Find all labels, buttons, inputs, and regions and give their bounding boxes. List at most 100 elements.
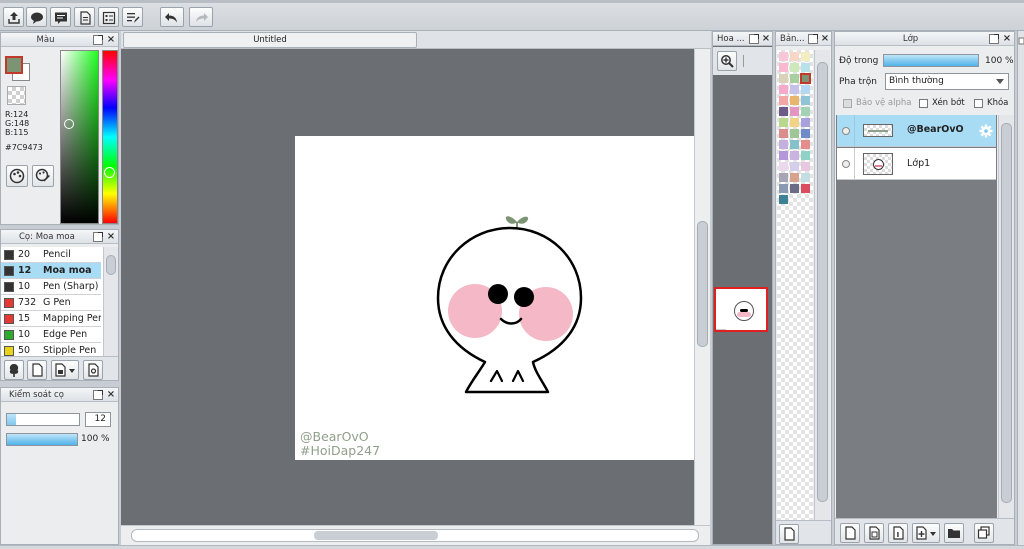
color-swatch[interactable]	[779, 96, 788, 105]
color-swatch[interactable]	[790, 162, 799, 171]
color-swatch[interactable]	[790, 129, 799, 138]
color-swatch[interactable]	[790, 52, 799, 61]
color-swatch[interactable]	[790, 107, 799, 116]
canvas-horizontal-scroll-thumb[interactable]	[314, 531, 438, 540]
canvas-horizontal-scrollbar[interactable]	[121, 525, 710, 545]
list-edit-button[interactable]	[122, 7, 143, 27]
canvas-vertical-scrollbar[interactable]	[694, 49, 710, 525]
color-swatch[interactable]	[801, 85, 810, 94]
swatch-scrollbar[interactable]	[814, 50, 830, 520]
export-button[interactable]	[3, 7, 24, 27]
protect-alpha-checkbox[interactable]	[843, 99, 852, 108]
color-swatch[interactable]	[801, 63, 810, 72]
color-wheel-button[interactable]	[6, 165, 28, 187]
layer-list-scrollbar[interactable]	[998, 115, 1014, 518]
layer-list-scroll-thumb[interactable]	[1001, 123, 1012, 503]
sv-picker-cursor[interactable]	[64, 119, 74, 129]
hue-slider-handle[interactable]	[104, 167, 115, 178]
brush-item[interactable]: 20 Pencil	[1, 247, 101, 263]
color-swatch[interactable]	[790, 85, 799, 94]
color-swatch[interactable]	[790, 173, 799, 182]
close-icon[interactable]: ×	[820, 34, 830, 44]
color-swatch[interactable]	[779, 151, 788, 160]
brush-list-scroll-thumb[interactable]	[106, 255, 116, 275]
saturation-value-picker[interactable]	[60, 50, 99, 224]
color-swatch[interactable]	[779, 173, 788, 182]
message-button[interactable]	[50, 7, 71, 27]
right-edge-collapsed-panel[interactable]	[1017, 31, 1024, 545]
layer-row[interactable]: @BearOvO	[837, 115, 996, 147]
brush-item[interactable]: 732 G Pen	[1, 295, 101, 311]
brush-size-slider[interactable]	[6, 413, 80, 426]
dock-icon[interactable]	[93, 35, 103, 45]
color-swatch[interactable]	[801, 162, 810, 171]
lock-checkbox[interactable]	[974, 99, 983, 108]
color-swatch[interactable]	[801, 184, 810, 193]
close-icon[interactable]: ×	[106, 35, 116, 45]
dock-icon[interactable]	[989, 34, 999, 44]
color-set-button[interactable]	[32, 165, 54, 187]
new-layer-button[interactable]	[840, 523, 860, 543]
undo-button[interactable]	[160, 7, 184, 27]
color-swatch[interactable]	[790, 74, 799, 83]
page-settings-button[interactable]	[98, 7, 119, 27]
color-swatch[interactable]	[779, 63, 788, 72]
brush-menu-button[interactable]	[51, 360, 79, 380]
color-swatch[interactable]	[779, 118, 788, 127]
brush-settings-button[interactable]	[83, 360, 103, 380]
blend-mode-select[interactable]: Bình thường	[885, 73, 1009, 90]
dock-icon[interactable]	[749, 34, 759, 44]
color-swatch[interactable]	[801, 151, 810, 160]
color-swatch[interactable]	[800, 73, 811, 84]
dock-icon[interactable]	[93, 232, 103, 242]
color-swatch[interactable]	[779, 162, 788, 171]
color-swatch[interactable]	[779, 140, 788, 149]
zoom-button[interactable]	[717, 51, 737, 71]
color-swatch[interactable]	[779, 74, 788, 83]
canvas-tab[interactable]: Untitled	[123, 32, 417, 48]
brush-size-input[interactable]: 12	[85, 412, 111, 427]
redo-button[interactable]	[189, 7, 213, 27]
brush-opacity-slider[interactable]	[6, 433, 78, 446]
color-swatch[interactable]	[790, 63, 799, 72]
dock-icon[interactable]	[93, 390, 103, 400]
transparent-color-swatch[interactable]	[7, 86, 26, 105]
swatch-scroll-thumb[interactable]	[817, 62, 828, 502]
gear-icon[interactable]	[979, 124, 993, 138]
new-swatch-button[interactable]	[779, 524, 799, 544]
close-icon[interactable]: ×	[106, 390, 116, 400]
layer-opacity-slider[interactable]	[883, 54, 979, 67]
color-swatch[interactable]	[790, 96, 799, 105]
brush-item[interactable]: 50 Stipple Pen	[1, 343, 101, 356]
color-swatch[interactable]	[801, 52, 810, 61]
color-swatch[interactable]	[801, 140, 810, 149]
layer-visibility-toggle[interactable]	[842, 160, 850, 168]
brush-list-scrollbar[interactable]	[103, 247, 118, 356]
dock-icon[interactable]	[1018, 37, 1024, 45]
color-swatch[interactable]	[790, 140, 799, 149]
drawing-canvas[interactable]: @BearOvO #HoiDap247	[295, 136, 694, 460]
close-icon[interactable]: ×	[1002, 34, 1012, 44]
layer-add-menu-button[interactable]	[912, 523, 940, 543]
brush-item[interactable]: 10 Edge Pen	[1, 327, 101, 343]
canvas-horizontal-track[interactable]	[131, 529, 699, 542]
color-swatch[interactable]	[779, 52, 788, 61]
brush-item[interactable]: 15 Mapping Pen	[1, 311, 101, 327]
page-button[interactable]	[74, 7, 95, 27]
brush-item[interactable]: 12 Moa moa	[1, 263, 101, 279]
color-swatch[interactable]	[801, 129, 810, 138]
color-swatch[interactable]	[779, 107, 788, 116]
color-swatch[interactable]	[790, 118, 799, 127]
duplicate-layer-button[interactable]	[974, 523, 994, 543]
color-swatch[interactable]	[801, 96, 810, 105]
new-brush-button[interactable]	[27, 360, 47, 380]
canvas-vertical-scroll-thumb[interactable]	[697, 221, 708, 347]
hue-slider[interactable]	[102, 50, 118, 224]
brush-item[interactable]: 10 Pen (Sharp)	[1, 279, 101, 295]
color-swatch[interactable]	[801, 173, 810, 182]
color-swatch[interactable]	[779, 129, 788, 138]
color-swatch[interactable]	[801, 107, 810, 116]
new-folder-button[interactable]	[944, 523, 964, 543]
color-swatch[interactable]	[790, 184, 799, 193]
comment-button[interactable]	[26, 7, 47, 27]
